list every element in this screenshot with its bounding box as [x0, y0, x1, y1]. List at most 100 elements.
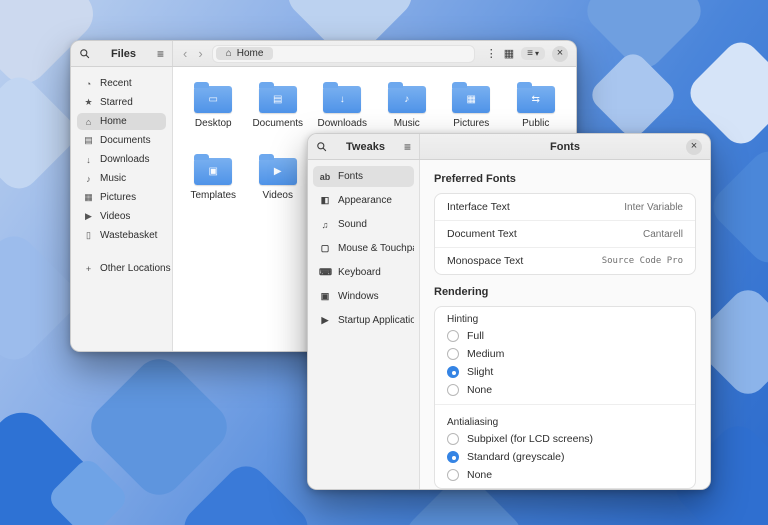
hamburger-menu-icon[interactable]: ≡ [157, 47, 164, 61]
radio-icon[interactable] [447, 330, 459, 342]
tab-label: Startup Applications [338, 315, 414, 326]
tab-fonts[interactable]: ab Fonts [313, 166, 414, 187]
forward-button[interactable]: › [196, 47, 204, 60]
home-icon: ⌂ [85, 116, 92, 127]
hinting-option-medium[interactable]: Medium [435, 345, 695, 363]
video-icon: ▶ [85, 211, 92, 221]
sidebar-item-label: Recent [100, 78, 132, 89]
sidebar-item-music[interactable]: ♪ Music [77, 170, 166, 187]
folder-icon: ▣ [194, 154, 233, 185]
sidebar-item-other-locations[interactable]: + Other Locations [77, 260, 171, 277]
folder-documents[interactable]: ▤ Documents [247, 79, 309, 151]
list-view-icon: ≡ [527, 48, 533, 59]
path-bar[interactable]: ⌂ Home [211, 44, 475, 63]
rendering-card: Hinting Full Medium Slight None Antialia… [434, 306, 696, 489]
preferred-fonts-card: Interface Text Inter Variable Document T… [434, 193, 696, 275]
folder-icon: ♪ [387, 82, 426, 113]
fonts-page: Preferred Fonts Interface Text Inter Var… [420, 160, 710, 489]
radio-icon[interactable] [447, 384, 459, 396]
tab-appearance[interactable]: ◧ Appearance [313, 190, 414, 211]
paintbrush-icon: ◧ [320, 195, 330, 205]
sidebar-item-starred[interactable]: ★ Starred [77, 94, 166, 111]
startup-icon: ▶ [321, 315, 329, 325]
font-row-value: Cantarell [642, 228, 683, 240]
tab-sound[interactable]: ♫ Sound [313, 214, 414, 235]
tweaks-body: ab Fonts ◧ Appearance ♫ Sound ▢ Mouse & … [308, 160, 710, 489]
files-toolbar: ‹ › ⌂ Home ⋮ ▦ ≡ ▾ × [173, 41, 576, 66]
chevron-down-icon: ▾ [534, 49, 539, 58]
folder-label: Documents [252, 118, 304, 129]
documents-emblem-icon: ▤ [273, 93, 283, 105]
antialiasing-option-none[interactable]: None [435, 466, 695, 484]
sidebar-item-documents[interactable]: ▤ Documents [77, 132, 166, 149]
keyboard-icon: ⌨ [319, 267, 332, 277]
files-app-title[interactable]: Files [111, 48, 136, 60]
wallpaper-shape [586, 48, 680, 142]
tab-windows[interactable]: ▣ Windows [313, 286, 414, 307]
trash-icon: ▯ [86, 230, 91, 240]
wallpaper-shape [705, 143, 768, 271]
radio-icon[interactable] [447, 469, 459, 481]
hinting-option-slight[interactable]: Slight [435, 363, 695, 381]
sidebar-item-label: Documents [100, 135, 151, 146]
tab-label: Appearance [338, 195, 392, 206]
window-icon: ▣ [320, 291, 330, 301]
files-sidebar: ◔ Recent ★ Starred ⌂ Home ▤ Documents ↓ … [71, 67, 173, 351]
sidebar-item-videos[interactable]: ▶ Videos [77, 208, 166, 225]
sidebar-item-home[interactable]: ⌂ Home [77, 113, 166, 130]
fonts-icon: ab [319, 171, 331, 182]
radio-icon[interactable] [447, 451, 459, 463]
mouse-icon: ▢ [320, 243, 330, 253]
tab-label: Windows [338, 291, 379, 302]
monospace-text-row[interactable]: Monospace Text Source Code Pro [435, 248, 695, 274]
music-note-icon: ♪ [86, 173, 91, 184]
kebab-menu-icon[interactable]: ⋮ [486, 47, 497, 60]
tweaks-sidebar: ab Fonts ◧ Appearance ♫ Sound ▢ Mouse & … [308, 160, 420, 489]
hamburger-menu-icon[interactable]: ≡ [404, 140, 411, 154]
close-button[interactable]: × [686, 138, 702, 155]
antialiasing-option-subpixel[interactable]: Subpixel (for LCD screens) [435, 430, 695, 448]
folder-videos[interactable]: ▶ Videos [247, 151, 309, 223]
tab-startup-applications[interactable]: ▶ Startup Applications [313, 310, 414, 331]
back-button[interactable]: ‹ [181, 47, 189, 60]
sidebar-item-downloads[interactable]: ↓ Downloads [77, 151, 166, 168]
folder-label: Videos [262, 190, 293, 201]
sidebar-item-pictures[interactable]: ▦ Pictures [77, 189, 166, 206]
hinting-option-none[interactable]: None [435, 381, 695, 399]
wallpaper-shape [175, 457, 317, 525]
close-button[interactable]: × [552, 45, 568, 62]
search-icon[interactable] [316, 141, 327, 152]
document-text-row[interactable]: Document Text Cantarell [435, 221, 695, 248]
radio-icon[interactable] [447, 366, 459, 378]
tab-label: Keyboard [338, 267, 381, 278]
sidebar-item-recent[interactable]: ◔ Recent [77, 75, 166, 92]
view-toggle-button[interactable]: ≡ ▾ [521, 47, 545, 60]
sidebar-item-wastebasket[interactable]: ▯ Wastebasket [77, 227, 166, 244]
folder-desktop[interactable]: ▭ Desktop [182, 79, 244, 151]
tab-keyboard[interactable]: ⌨ Keyboard [313, 262, 414, 283]
clock-icon: ◔ [85, 78, 92, 89]
folder-templates[interactable]: ▣ Templates [182, 151, 244, 223]
new-tab-icon[interactable]: ▦ [504, 47, 514, 60]
radio-icon[interactable] [447, 348, 459, 360]
tweaks-sidebar-header: Tweaks ≡ [308, 134, 420, 159]
tab-label: Mouse & Touchpad [338, 243, 414, 254]
antialiasing-option-standard[interactable]: Standard (greyscale) [435, 448, 695, 466]
hinting-option-full[interactable]: Full [435, 327, 695, 345]
desktop-emblem-icon: ▭ [208, 93, 218, 105]
radio-icon[interactable] [447, 433, 459, 445]
radio-label: None [467, 469, 493, 481]
tab-mouse-touchpad[interactable]: ▢ Mouse & Touchpad [313, 238, 414, 259]
search-icon[interactable] [79, 48, 90, 59]
rendering-heading: Rendering [434, 286, 489, 298]
folder-icon: ▭ [194, 82, 233, 113]
folder-label: Downloads [317, 118, 367, 129]
speaker-icon: ♫ [321, 219, 329, 230]
path-segment-home[interactable]: ⌂ Home [215, 47, 274, 60]
plus-icon: + [85, 263, 92, 274]
star-icon: ★ [84, 97, 93, 107]
sidebar-item-label: Other Locations [100, 263, 171, 274]
interface-text-row[interactable]: Interface Text Inter Variable [435, 194, 695, 221]
tweaks-window: Tweaks ≡ Fonts × ab Fonts ◧ Appearance ♫… [307, 133, 711, 490]
tab-label: Fonts [338, 171, 364, 182]
